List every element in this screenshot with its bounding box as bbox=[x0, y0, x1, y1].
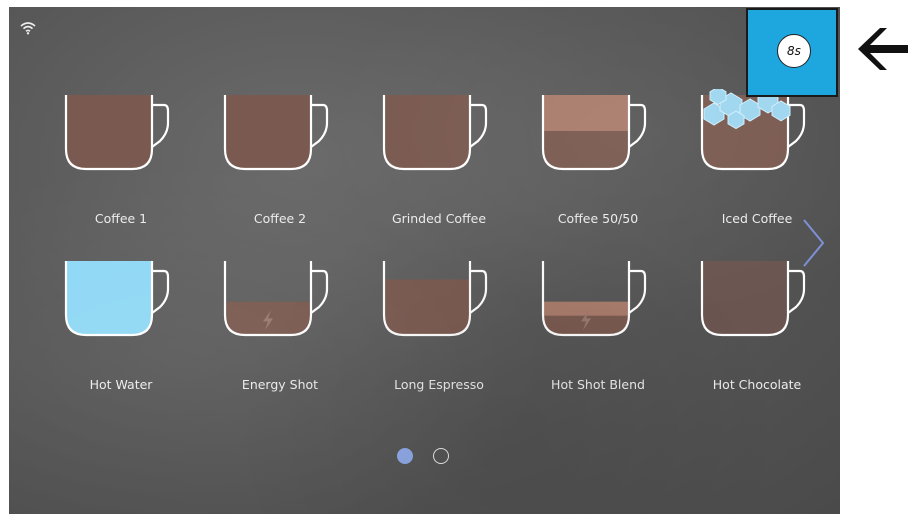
drink-label: Grinded Coffee bbox=[391, 211, 487, 226]
drink-label: Long Espresso bbox=[394, 377, 484, 392]
cup-handle bbox=[787, 269, 806, 314]
drink-coffee-1[interactable]: Coffee 1 bbox=[46, 89, 196, 239]
cup-liquid bbox=[225, 95, 311, 169]
drink-hot-shot-blend[interactable]: Hot Shot Blend bbox=[523, 255, 673, 405]
cup-handle bbox=[628, 103, 647, 148]
cup-handle bbox=[151, 103, 170, 148]
cup-icon bbox=[382, 95, 488, 171]
drink-label: Hot Chocolate bbox=[712, 377, 802, 392]
cup-handle bbox=[310, 269, 329, 314]
timer-box: 8s bbox=[746, 8, 838, 97]
cup-handle bbox=[628, 269, 647, 314]
cup-icon bbox=[64, 95, 170, 171]
cup-icon bbox=[223, 95, 329, 171]
page-dot-2[interactable] bbox=[433, 448, 449, 464]
page-indicator bbox=[397, 447, 457, 469]
drink-label: Coffee 50/50 bbox=[557, 211, 639, 226]
drink-long-espresso[interactable]: Long Espresso bbox=[364, 255, 514, 405]
cup-liquid bbox=[384, 95, 470, 169]
cup-handle bbox=[469, 269, 488, 314]
drink-label: Hot Water bbox=[89, 377, 153, 392]
cup-foam-layer bbox=[543, 95, 629, 131]
drink-hot-chocolate[interactable]: Hot Chocolate bbox=[682, 255, 832, 405]
drink-menu-screen: Coffee 1 Coffee 2 Grinded Coffee Coffee 50/… bbox=[9, 7, 840, 514]
drink-label: Coffee 2 bbox=[253, 211, 307, 226]
drink-label: Energy Shot bbox=[241, 377, 319, 392]
cup-liquid bbox=[702, 261, 788, 335]
cup-handle bbox=[151, 269, 170, 314]
cup-icon bbox=[382, 261, 488, 337]
cup-liquid bbox=[66, 261, 152, 335]
cup-icon bbox=[700, 261, 806, 337]
drink-hot-water[interactable]: Hot Water bbox=[46, 255, 196, 405]
drink-coffee-50-50[interactable]: Coffee 50/50 bbox=[523, 89, 673, 239]
drink-energy-shot[interactable]: Energy Shot bbox=[205, 255, 355, 405]
cup-icon bbox=[700, 89, 806, 171]
cup-icon bbox=[541, 95, 647, 171]
drink-label: Coffee 1 bbox=[94, 211, 148, 226]
drink-coffee-2[interactable]: Coffee 2 bbox=[205, 89, 355, 239]
drink-grinded-coffee[interactable]: Grinded Coffee bbox=[364, 89, 514, 239]
wifi-icon bbox=[20, 22, 36, 35]
cup-foam-layer bbox=[543, 301, 629, 316]
drink-label: Hot Shot Blend bbox=[551, 377, 645, 392]
cup-handle bbox=[310, 103, 329, 148]
cup-liquid bbox=[384, 279, 470, 335]
timer-badge: 8s bbox=[777, 34, 811, 68]
cup-handle bbox=[469, 103, 488, 148]
arrow-left-icon[interactable] bbox=[858, 26, 908, 72]
page-dot-1[interactable] bbox=[397, 448, 413, 464]
cup-icon bbox=[64, 261, 170, 337]
cup-icon bbox=[541, 261, 647, 337]
cup-liquid bbox=[66, 95, 152, 169]
cup-icon bbox=[223, 261, 329, 337]
chevron-right-icon[interactable] bbox=[801, 217, 827, 269]
